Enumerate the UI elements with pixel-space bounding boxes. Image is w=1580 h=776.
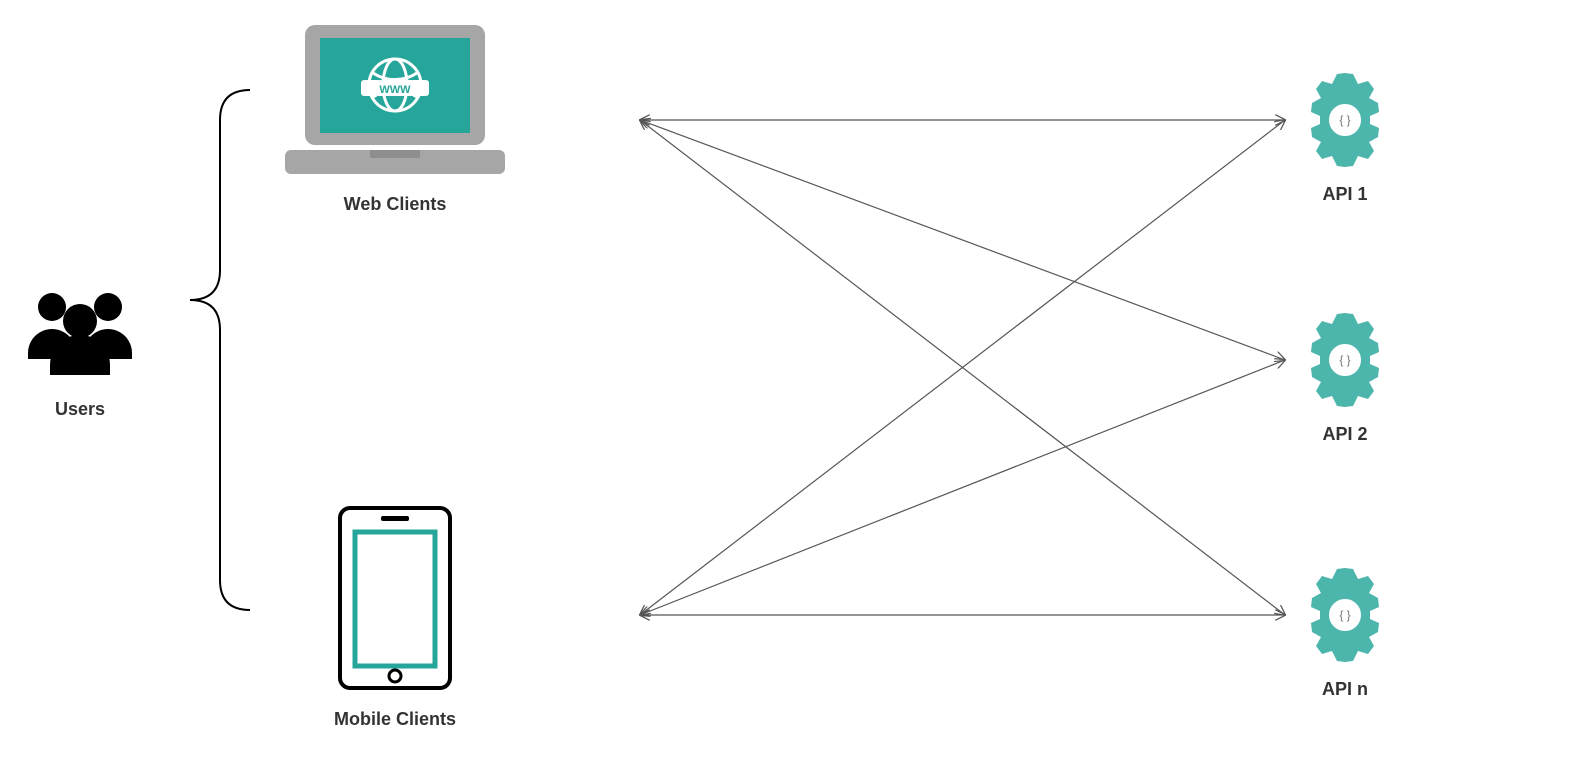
- www-text: WWW: [379, 84, 411, 96]
- users-label: Users: [55, 399, 105, 419]
- api-n-node: { } API n: [1311, 568, 1379, 699]
- api-glyph: { }: [1339, 353, 1350, 367]
- web-clients-node: WWW Web Clients: [285, 25, 505, 214]
- phone-icon: [340, 508, 450, 688]
- api-n-label: API n: [1322, 679, 1368, 699]
- api-1-node: { } API 1: [1311, 73, 1379, 204]
- mobile-clients-label: Mobile Clients: [334, 709, 456, 729]
- api-2-label: API 2: [1322, 424, 1367, 444]
- brace-icon: [190, 90, 250, 610]
- api-1-label: API 1: [1322, 184, 1367, 204]
- connections: [640, 120, 1285, 615]
- laptop-icon: WWW: [285, 25, 505, 174]
- api-glyph: { }: [1339, 113, 1350, 127]
- api-glyph: { }: [1339, 608, 1350, 622]
- mobile-clients-node: Mobile Clients: [334, 508, 456, 729]
- users-node: Users: [28, 293, 132, 419]
- api-2-node: { } API 2: [1311, 313, 1379, 444]
- conn-web-api2: [640, 120, 1285, 360]
- architecture-diagram: Users WWW Web Clients: [0, 0, 1580, 776]
- users-icon: [28, 293, 132, 375]
- web-clients-label: Web Clients: [344, 194, 447, 214]
- conn-mobile-api2: [640, 360, 1285, 615]
